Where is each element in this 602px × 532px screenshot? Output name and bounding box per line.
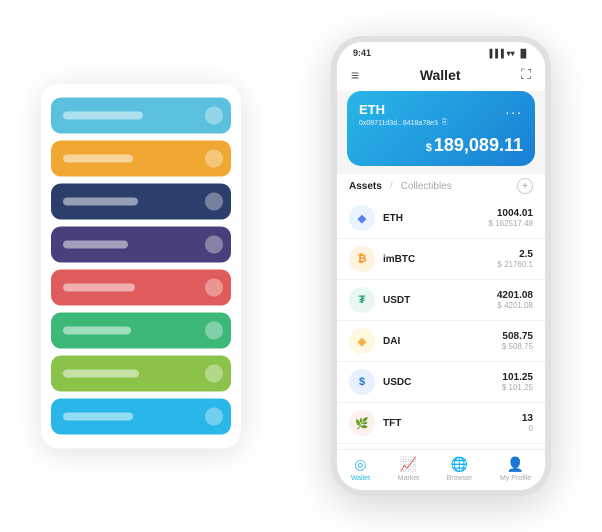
asset-primary-amount: 2.5 xyxy=(497,249,533,260)
asset-icon-tft: 🌿 xyxy=(349,410,375,436)
wifi-icon: ▾▾ xyxy=(507,49,515,58)
nav-icon-market: 📈 xyxy=(400,456,417,473)
card-row-4[interactable] xyxy=(51,270,231,306)
asset-name-dai: DAI xyxy=(383,336,502,347)
time-label: 9:41 xyxy=(353,48,371,58)
asset-icon-eth: ◆ xyxy=(349,205,375,231)
asset-amounts-dai: 508.75$ 508.75 xyxy=(502,331,533,351)
asset-icon-usdc: $ xyxy=(349,369,375,395)
asset-secondary-amount: $ 162517.48 xyxy=(489,219,534,228)
nav-item-market[interactable]: 📈 Market xyxy=(398,456,419,482)
asset-item-eth[interactable]: ◆ ETH1004.01$ 162517.48 xyxy=(337,198,545,239)
bottom-nav: ◎ Wallet 📈 Market 🌐 Browser 👤 My Profile xyxy=(337,449,545,490)
asset-primary-amount: 1004.01 xyxy=(489,208,534,219)
phone-header: ≡ Wallet ⛶ xyxy=(337,60,545,91)
asset-name-imbtc: imBTC xyxy=(383,254,497,265)
tab-divider: / xyxy=(390,181,393,192)
asset-item-dai[interactable]: ◈ DAI508.75$ 508.75 xyxy=(337,321,545,362)
nav-label-my-profile: My Profile xyxy=(500,475,531,482)
asset-secondary-amount: $ 101.25 xyxy=(502,383,533,392)
asset-icon-dai: ◈ xyxy=(349,328,375,354)
assets-header: Assets / Collectibles + xyxy=(337,174,545,198)
asset-amounts-usdc: 101.25$ 101.25 xyxy=(502,372,533,392)
asset-name-tft: TFT xyxy=(383,418,522,429)
nav-icon-wallet: ◎ xyxy=(354,456,366,473)
signal-icon: ▐▐▐ xyxy=(487,49,504,58)
asset-icon-imbtc: ₿ xyxy=(349,246,375,272)
card-row-7[interactable] xyxy=(51,399,231,435)
status-icons: ▐▐▐ ▾▾ ▐▌ xyxy=(487,49,529,58)
nav-label-browser: Browser xyxy=(447,475,473,482)
asset-amounts-usdt: 4201.08$ 4201.08 xyxy=(497,290,533,310)
back-panel xyxy=(41,84,241,449)
card-row-2[interactable] xyxy=(51,184,231,220)
asset-secondary-amount: $ 21760.1 xyxy=(497,260,533,269)
eth-card[interactable]: ETH ... 0x08711d3d...8418a78e3 ⎘ $189,08… xyxy=(347,91,535,166)
asset-name-usdt: USDT xyxy=(383,295,497,306)
card-row-6[interactable] xyxy=(51,356,231,392)
eth-card-menu[interactable]: ... xyxy=(505,101,523,117)
nav-icon-my-profile: 👤 xyxy=(507,456,524,473)
tab-collectibles[interactable]: Collectibles xyxy=(401,181,452,192)
asset-primary-amount: 13 xyxy=(522,413,533,424)
asset-amounts-imbtc: 2.5$ 21760.1 xyxy=(497,249,533,269)
asset-item-tft[interactable]: 🌿 TFT130 xyxy=(337,403,545,444)
dollar-sign: $ xyxy=(426,142,432,154)
asset-item-imbtc[interactable]: ₿ imBTC2.5$ 21760.1 xyxy=(337,239,545,280)
status-bar: 9:41 ▐▐▐ ▾▾ ▐▌ xyxy=(337,42,545,60)
scene: 9:41 ▐▐▐ ▾▾ ▐▌ ≡ Wallet ⛶ ETH ... 0x0871… xyxy=(21,16,581,516)
asset-name-eth: ETH xyxy=(383,213,489,224)
copy-icon[interactable]: ⎘ xyxy=(442,119,448,127)
eth-amount: $189,089.11 xyxy=(359,135,523,156)
card-row-0[interactable] xyxy=(51,98,231,134)
battery-icon: ▐▌ xyxy=(518,49,529,58)
eth-address: 0x08711d3d...8418a78e3 ⎘ xyxy=(359,119,523,127)
asset-primary-amount: 508.75 xyxy=(502,331,533,342)
add-asset-button[interactable]: + xyxy=(517,178,533,194)
nav-icon-browser: 🌐 xyxy=(451,456,468,473)
nav-label-wallet: Wallet xyxy=(351,475,370,482)
asset-amounts-tft: 130 xyxy=(522,413,533,433)
hamburger-icon[interactable]: ≡ xyxy=(351,67,359,83)
eth-symbol: ETH xyxy=(359,102,385,117)
card-row-3[interactable] xyxy=(51,227,231,263)
asset-secondary-amount: $ 508.75 xyxy=(502,342,533,351)
asset-item-usdc[interactable]: $ USDC101.25$ 101.25 xyxy=(337,362,545,403)
eth-card-top: ETH ... xyxy=(359,101,523,117)
asset-primary-amount: 101.25 xyxy=(502,372,533,383)
asset-secondary-amount: $ 4201.08 xyxy=(497,301,533,310)
card-row-5[interactable] xyxy=(51,313,231,349)
phone: 9:41 ▐▐▐ ▾▾ ▐▌ ≡ Wallet ⛶ ETH ... 0x0871… xyxy=(331,36,551,496)
nav-item-my-profile[interactable]: 👤 My Profile xyxy=(500,456,531,482)
card-row-1[interactable] xyxy=(51,141,231,177)
asset-icon-usdt: ₮ xyxy=(349,287,375,313)
nav-label-market: Market xyxy=(398,475,419,482)
asset-amounts-eth: 1004.01$ 162517.48 xyxy=(489,208,534,228)
asset-primary-amount: 4201.08 xyxy=(497,290,533,301)
expand-icon[interactable]: ⛶ xyxy=(521,66,531,83)
nav-item-wallet[interactable]: ◎ Wallet xyxy=(351,456,370,482)
header-title: Wallet xyxy=(420,67,461,83)
asset-item-usdt[interactable]: ₮ USDT4201.08$ 4201.08 xyxy=(337,280,545,321)
nav-item-browser[interactable]: 🌐 Browser xyxy=(447,456,473,482)
asset-name-usdc: USDC xyxy=(383,377,502,388)
asset-list: ◆ ETH1004.01$ 162517.48 ₿ imBTC2.5$ 21760.1… xyxy=(337,198,545,449)
assets-tabs: Assets / Collectibles xyxy=(349,181,452,192)
asset-secondary-amount: 0 xyxy=(522,424,533,433)
tab-assets[interactable]: Assets xyxy=(349,181,382,192)
